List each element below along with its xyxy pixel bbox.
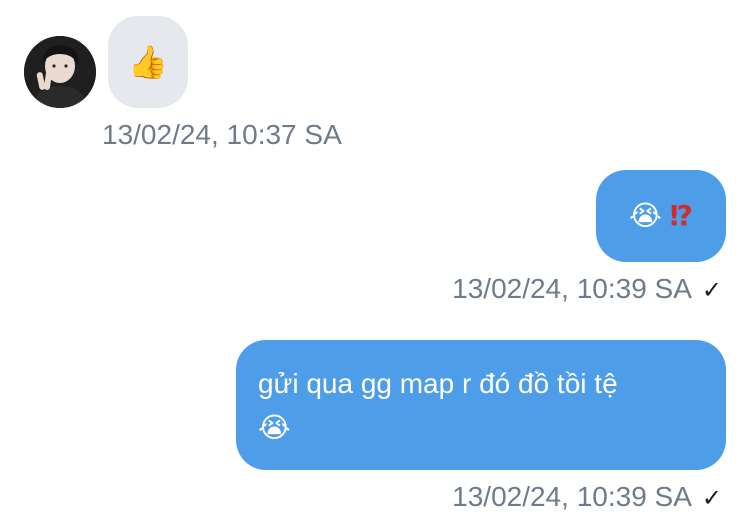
sent-check-icon: ✓ <box>701 484 722 512</box>
outgoing-message-bubble[interactable]: 😭 ⁉ <box>596 170 726 262</box>
incoming-message-timestamp: 13/02/24, 10:37 SA <box>102 119 342 150</box>
incoming-message-bubble[interactable]: 👍 <box>108 16 188 108</box>
interrobang-icon: ⁉ <box>669 199 693 232</box>
outgoing-message-timestamp: 13/02/24, 10:39 SA ✓ <box>452 480 722 515</box>
thumbs-up-icon: 👍 <box>128 43 168 81</box>
timestamp-text: 13/02/24, 10:39 SA <box>452 481 692 512</box>
avatar-photo-icon <box>24 36 96 108</box>
timestamp-text: 13/02/24, 10:39 SA <box>452 273 692 304</box>
contact-avatar[interactable] <box>24 36 96 108</box>
loudly-crying-face-icon: 😭 <box>258 411 291 444</box>
message-text: gửi qua gg map r đó đồ tồi tệ <box>258 368 618 399</box>
outgoing-message-bubble[interactable]: gửi qua gg map r đó đồ tồi tệ 😭 <box>236 340 726 470</box>
outgoing-message-timestamp: 13/02/24, 10:39 SA ✓ <box>452 272 722 307</box>
loudly-crying-face-icon: 😭 <box>629 199 662 232</box>
sent-check-icon: ✓ <box>701 276 722 304</box>
